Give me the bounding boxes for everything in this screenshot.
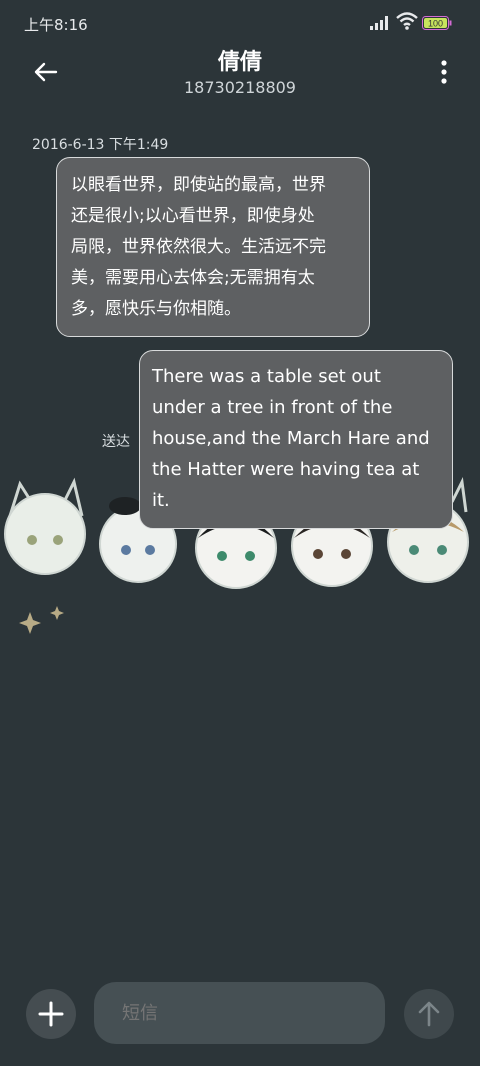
cartoon-face-1 [4, 477, 86, 575]
contact-phone: 18730218809 [184, 78, 296, 97]
status-time: 上午8:16 [24, 16, 88, 34]
outgoing-message-bubble[interactable]: There was a table set out under a tree i… [139, 350, 453, 529]
battery-level: 100 [428, 19, 443, 29]
signal-icon [370, 16, 388, 30]
message-line: it. [152, 490, 170, 511]
delivery-status: 送达 [102, 434, 130, 450]
add-attachment-button[interactable] [26, 989, 76, 1039]
message-line: 还是很小;以心看世界，即使身处 [71, 206, 315, 226]
more-vertical-icon[interactable] [436, 56, 452, 88]
message-line: There was a table set out [152, 366, 381, 387]
message-timestamp: 2016-6-13 下午1:49 [32, 137, 169, 153]
message-line: under a tree in front of the [152, 397, 393, 418]
message-line: 美，需要用心去体会;无需拥有太 [71, 268, 315, 288]
status-bar: 上午8:16 100 [0, 0, 480, 46]
battery-icon: 100 [422, 16, 452, 30]
message-line: house,and the March Hare and [152, 428, 430, 449]
plus-icon [38, 1001, 64, 1027]
send-arrow-icon [418, 1001, 440, 1027]
wifi-icon [396, 12, 418, 30]
message-line: 局限，世界依然很大。生活远不完 [71, 237, 326, 257]
message-line: 以眼看世界，即使站的最高，世界 [71, 175, 326, 195]
sparkle-icon [19, 606, 64, 634]
message-input[interactable] [94, 982, 385, 1044]
message-line: 多，愿快乐与你相随。 [71, 299, 241, 319]
conversation-header: 倩倩 18730218809 [0, 42, 480, 104]
send-button[interactable] [404, 989, 454, 1039]
message-line: the Hatter were having tea at [152, 459, 420, 480]
incoming-message-bubble[interactable]: 以眼看世界，即使站的最高，世界 还是很小;以心看世界，即使身处 局限，世界依然很… [56, 157, 370, 337]
contact-name: 倩倩 [217, 50, 262, 75]
